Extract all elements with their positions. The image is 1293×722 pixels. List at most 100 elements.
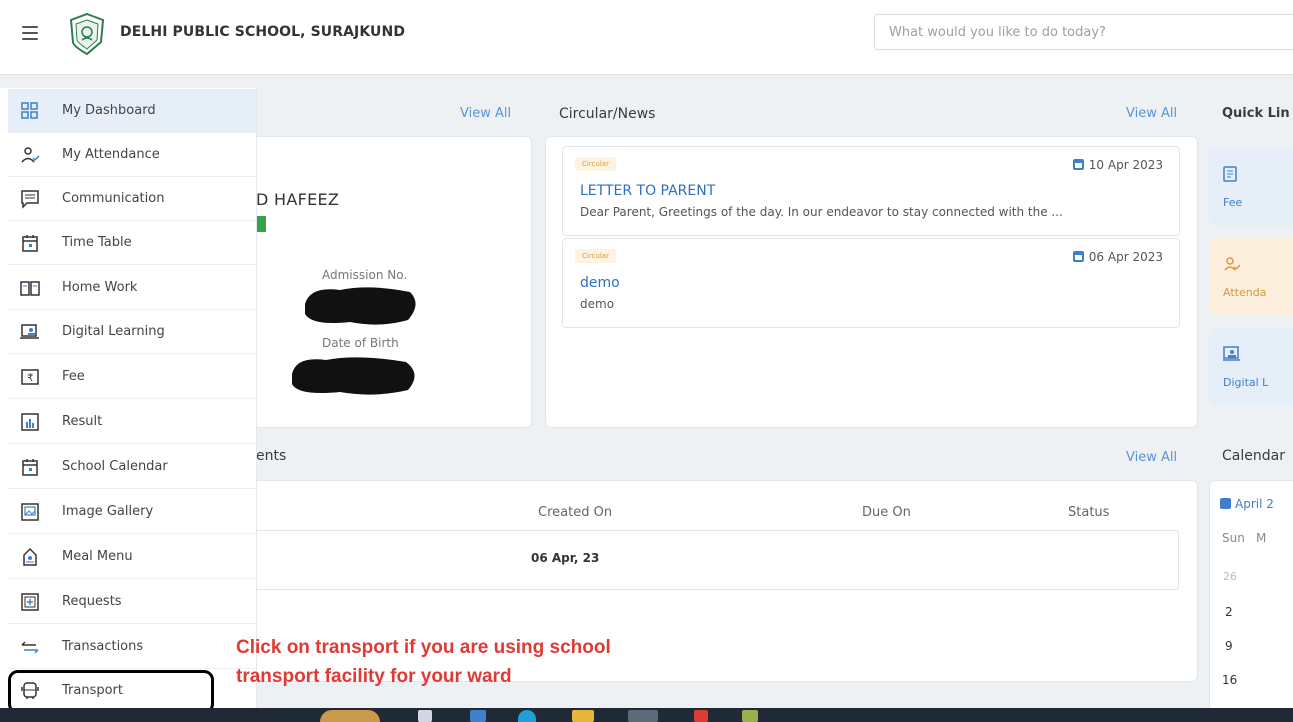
quick-link-attendance[interactable]: Attenda	[1209, 238, 1293, 316]
quick-link-label: Digital L	[1223, 376, 1269, 389]
taskbar-app-icon[interactable]	[320, 710, 380, 722]
column-header-created-on: Created On	[538, 505, 613, 520]
sidebar-item-result[interactable]: Result	[8, 400, 256, 444]
bar-chart-icon	[21, 413, 39, 431]
sidebar-item-requests[interactable]: Requests	[8, 580, 256, 624]
annotation-line-1: Click on transport if you are using scho…	[236, 637, 611, 658]
calendar-icon	[1220, 498, 1231, 509]
sidebar-item-label: Meal Menu	[62, 549, 133, 564]
file-explorer-icon[interactable]	[572, 710, 594, 722]
news-description: Dear Parent, Greetings of the day. In ou…	[580, 205, 1063, 219]
school-name: DELHI PUBLIC SCHOOL, SURAJKUND	[120, 24, 406, 40]
quick-links-title: Quick Lin	[1222, 106, 1290, 121]
top-bar: DELHI PUBLIC SCHOOL, SURAJKUND	[0, 0, 1293, 75]
weekday-mon: M	[1256, 531, 1267, 545]
news-date: 10 Apr 2023	[1072, 158, 1163, 172]
quick-link-fee[interactable]: Fee	[1209, 148, 1293, 226]
attendance-icon	[1224, 257, 1241, 271]
column-header-due-on: Due On	[862, 505, 911, 520]
sidebar-item-label: Digital Learning	[62, 324, 165, 339]
instruction-annotation: Click on transport if you are using scho…	[236, 633, 756, 691]
image-icon	[21, 503, 39, 521]
calendar-month[interactable]: April 2	[1220, 497, 1274, 511]
news-item[interactable]: Circular 10 Apr 2023 LETTER TO PARENT De…	[562, 146, 1180, 236]
quick-link-digital-learning[interactable]: Digital L	[1209, 328, 1293, 406]
news-description: demo	[580, 297, 615, 311]
circular-tag: Circular	[575, 249, 616, 263]
rupee-icon: ₹	[21, 369, 39, 385]
sidebar-item-time-table[interactable]: Time Table	[8, 221, 256, 265]
svg-text:₹: ₹	[27, 373, 33, 384]
sidebar-item-transactions[interactable]: Transactions	[8, 625, 256, 669]
task-view-icon[interactable]	[418, 710, 432, 722]
sidebar-item-label: School Calendar	[62, 459, 168, 474]
taskbar-app-icon[interactable]	[694, 710, 708, 722]
sidebar-item-label: Time Table	[62, 235, 132, 250]
sidebar-item-label: Result	[62, 414, 103, 429]
plus-box-icon	[21, 593, 39, 611]
quick-link-label: Attenda	[1223, 286, 1267, 299]
meal-icon	[23, 547, 37, 566]
student-name: D HAFEEZ	[256, 190, 340, 209]
sidebar-item-communication[interactable]: Communication	[8, 177, 256, 221]
created-on-cell: 06 Apr, 23	[531, 551, 600, 565]
fee-icon	[1223, 166, 1237, 182]
circular-tag: Circular	[575, 157, 616, 171]
sidebar-item-my-dashboard[interactable]: My Dashboard	[8, 89, 256, 133]
calendar-day[interactable]: 9	[1225, 639, 1233, 653]
dob-label: Date of Birth	[322, 336, 399, 350]
chat-icon	[21, 190, 39, 209]
circular-news-title: Circular/News	[559, 106, 656, 122]
news-view-all-link[interactable]: View All	[1126, 106, 1177, 121]
news-title-link[interactable]: demo	[580, 275, 620, 291]
attendance-icon	[21, 147, 40, 163]
hamburger-menu-icon[interactable]	[22, 26, 38, 44]
sidebar-item-label: Transactions	[62, 639, 144, 654]
calendar-day[interactable]: 16	[1222, 673, 1237, 687]
calendar-icon	[22, 459, 38, 476]
digital-learning-icon	[1223, 346, 1240, 361]
calendar-day[interactable]: 2	[1225, 605, 1233, 619]
weekday-sun: Sun	[1222, 531, 1245, 545]
edge-browser-icon[interactable]	[518, 710, 536, 722]
sidebar-item-label: Communication	[62, 191, 165, 206]
sidebar-item-label: Requests	[62, 594, 122, 609]
news-date: 06 Apr 2023	[1072, 250, 1163, 264]
sidebar-item-fee[interactable]: ₹ Fee	[8, 355, 256, 399]
news-item[interactable]: Circular 06 Apr 2023 demo demo	[562, 238, 1180, 328]
dashboard-grid-icon	[21, 102, 38, 119]
assignments-title: ents	[256, 448, 287, 464]
sidebar-item-label: My Dashboard	[62, 103, 156, 118]
calendar-day[interactable]: 26	[1223, 570, 1237, 583]
assignments-view-all-link[interactable]: View All	[1126, 450, 1177, 465]
sidebar-item-image-gallery[interactable]: Image Gallery	[8, 490, 256, 534]
calendar-title: Calendar	[1222, 448, 1285, 464]
redacted-admission-no	[305, 287, 416, 325]
table-row[interactable]	[252, 530, 1179, 590]
transfer-arrows-icon	[21, 641, 39, 654]
sidebar-item-digital-learning[interactable]: Digital Learning	[8, 310, 256, 354]
chrome-browser-icon[interactable]	[628, 710, 658, 722]
sidebar-item-my-attendance[interactable]: My Attendance	[8, 133, 256, 177]
sidebar-item-school-calendar[interactable]: School Calendar	[8, 445, 256, 489]
sidebar-item-home-work[interactable]: Home Work	[8, 266, 256, 310]
profile-view-all-link[interactable]: View All	[460, 106, 511, 121]
calendar-icon	[1072, 251, 1084, 262]
news-title-link[interactable]: LETTER TO PARENT	[580, 183, 715, 199]
status-indicator	[256, 216, 266, 232]
quick-link-label: Fee	[1223, 196, 1243, 209]
taskbar-app-icon[interactable]	[742, 710, 758, 722]
digital-learning-icon	[20, 324, 39, 339]
sidebar-item-label: My Attendance	[62, 147, 160, 162]
school-logo	[69, 12, 105, 56]
column-header-status: Status	[1068, 505, 1110, 520]
sidebar-item-label: Fee	[62, 369, 85, 384]
sidebar-item-label: Home Work	[62, 280, 138, 295]
search-input[interactable]	[874, 14, 1293, 50]
sidebar-item-meal-menu[interactable]: Meal Menu	[8, 535, 256, 579]
sidebar-item-label: Image Gallery	[62, 504, 154, 519]
redacted-dob	[292, 357, 415, 395]
annotation-line-2: transport facility for your ward	[236, 666, 512, 687]
taskbar-app-icon[interactable]	[470, 710, 486, 722]
admission-no-label: Admission No.	[322, 268, 408, 282]
